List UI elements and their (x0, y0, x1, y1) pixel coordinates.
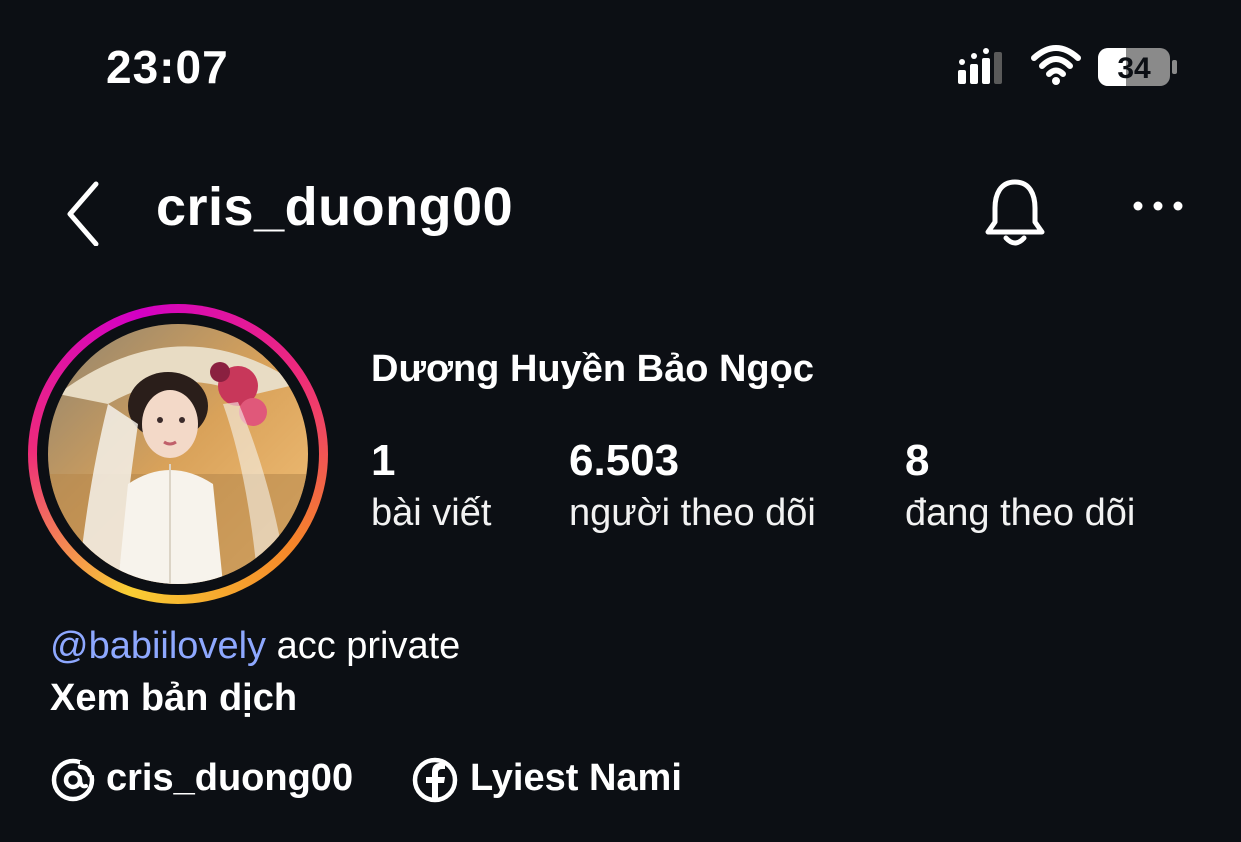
avatar-photo (48, 324, 308, 584)
more-horizontal-icon (1133, 201, 1183, 211)
status-time: 23:07 (106, 41, 229, 93)
facebook-link-text: Lyiest Nami (470, 757, 682, 799)
stat-followers[interactable]: 6.503 người theo dõi (569, 436, 816, 540)
stat-followers-count: 6.503 (569, 436, 680, 485)
see-translation-link[interactable]: Xem bản dịch (50, 674, 297, 722)
cellular-signal-icon (958, 48, 1002, 84)
notifications-button[interactable] (980, 170, 1050, 246)
more-options-button[interactable] (1128, 186, 1188, 226)
threads-link-text: cris_duong00 (106, 757, 354, 799)
wifi-icon (1031, 45, 1081, 85)
bio-text: acc private (266, 625, 461, 667)
battery-icon: 34 (1098, 48, 1177, 86)
battery-level: 34 (1117, 52, 1151, 85)
stat-following-label: đang theo dõi (905, 492, 1136, 534)
threads-link[interactable]: cris_duong00 (50, 752, 390, 806)
profile-avatar[interactable] (28, 304, 328, 604)
chevron-left-icon (67, 181, 99, 247)
facebook-icon (412, 757, 458, 803)
stat-followers-label: người theo dõi (569, 492, 816, 534)
stat-following[interactable]: 8 đang theo dõi (905, 436, 1135, 540)
threads-icon (51, 758, 95, 802)
profile-bio: @babiilovely acc private (50, 622, 460, 670)
bio-mention-link[interactable]: @babiilovely (50, 625, 266, 667)
stat-posts-count: 1 (371, 436, 396, 485)
stat-posts[interactable]: 1 bài viết (371, 436, 491, 540)
profile-header: cris_duong00 (0, 160, 1241, 256)
bell-icon (985, 179, 1045, 246)
display-name: Dương Huyền Bảo Ngọc (371, 348, 814, 390)
stat-posts-label: bài viết (371, 492, 492, 534)
header-username: cris_duong00 (156, 177, 514, 237)
facebook-link[interactable]: Lyiest Nami (412, 752, 712, 806)
story-ring (28, 304, 328, 604)
stat-following-count: 8 (905, 436, 930, 485)
back-button[interactable] (56, 170, 116, 247)
